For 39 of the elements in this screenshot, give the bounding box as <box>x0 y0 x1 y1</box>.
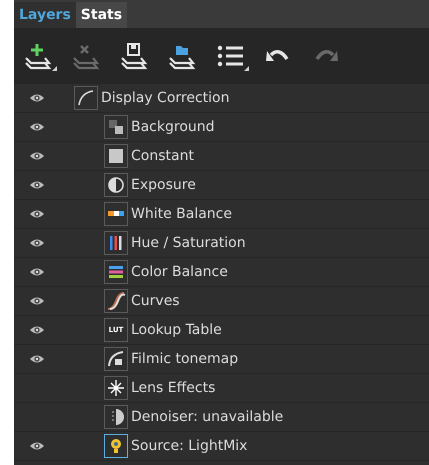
eye-icon[interactable] <box>29 296 45 306</box>
eye-icon[interactable] <box>29 180 45 190</box>
eye-icon[interactable] <box>29 209 45 219</box>
tab[interactable]: Layers <box>14 2 76 28</box>
layer-row[interactable]: Filmic tonemap <box>14 345 429 374</box>
eye-icon[interactable] <box>29 238 45 248</box>
layer-row[interactable]: Source: LightMix <box>14 432 429 461</box>
layer-name: Lookup Table <box>131 320 222 340</box>
layer-name: Source: LightMix <box>131 436 248 456</box>
eye-icon[interactable] <box>29 122 45 132</box>
layer-name: Color Balance <box>131 262 228 282</box>
layer-row[interactable]: Color Balance <box>14 258 429 287</box>
layer-name: Background <box>131 118 215 136</box>
layer-name: Lens Effects <box>131 378 216 398</box>
tab[interactable]: Stats <box>76 2 128 28</box>
layer-row[interactable]: White Balance <box>14 200 429 229</box>
layer-name: White Balance <box>131 204 232 224</box>
eye-icon[interactable] <box>29 151 45 161</box>
layer-name: Exposure <box>131 176 196 194</box>
layers-icon[interactable] <box>119 41 149 71</box>
layer-row[interactable]: Hue / Saturation <box>14 229 429 258</box>
eye-icon[interactable] <box>29 441 45 451</box>
eye-icon[interactable] <box>29 325 45 335</box>
eye-icon[interactable] <box>29 93 45 103</box>
layer-row[interactable]: Denoiser: unavailable <box>14 403 429 432</box>
layer-name: Constant <box>131 146 194 166</box>
layer-row[interactable]: Display Correction <box>14 84 429 113</box>
eye-icon[interactable] <box>29 354 45 364</box>
layer-row[interactable]: Constant <box>14 142 429 171</box>
layer-row[interactable]: Exposure <box>14 171 429 200</box>
layer-row[interactable]: Lens Effects <box>14 374 429 403</box>
layer-row[interactable]: Background <box>14 113 429 142</box>
layer-name: Filmic tonemap <box>131 350 238 368</box>
layer-name: Display Correction <box>101 88 230 108</box>
layer-name: Curves <box>131 292 180 310</box>
layer-row[interactable]: Curves <box>14 287 429 316</box>
layer-name: Denoiser: unavailable <box>131 408 284 426</box>
layer-name: Hue / Saturation <box>131 234 246 252</box>
eye-icon[interactable] <box>29 267 45 277</box>
